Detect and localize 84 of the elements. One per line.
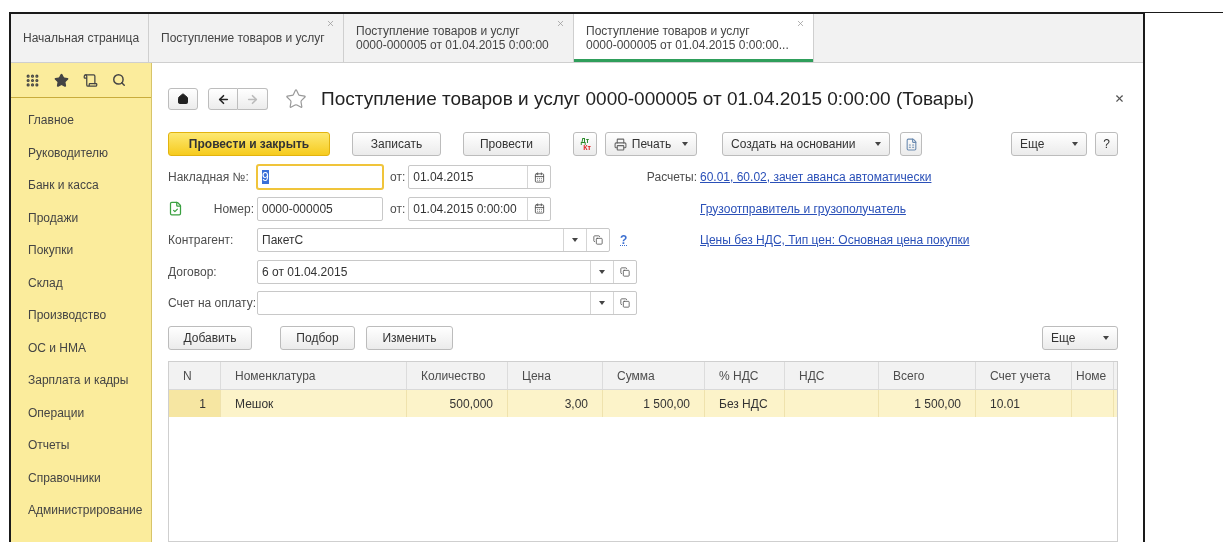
field-label: от:	[390, 170, 406, 184]
column-header[interactable]: N	[169, 362, 221, 389]
tab[interactable]: Поступление товаров и услуг 0000-000005 от 01.04.2015 0:00:00...	[574, 14, 814, 62]
close-icon[interactable]	[1114, 93, 1125, 104]
table-cell: 3,00	[564, 396, 588, 411]
table-row[interactable]: 1 Мешок 500,000 3,00 1 500,00 Без НДС 1 500,00 10.01	[169, 390, 1117, 417]
sidebar-item[interactable]: Отчеты	[28, 438, 70, 453]
field-label: Номер:	[212, 201, 255, 216]
sidebar-item[interactable]: Руководителю	[28, 145, 109, 160]
field-label: Контрагент:	[168, 233, 235, 247]
back-button[interactable]	[208, 88, 238, 110]
table-cell: 1	[199, 396, 206, 411]
button[interactable]: Провести	[463, 132, 550, 156]
link[interactable]: Грузоотправитель и грузополучатель	[700, 201, 906, 216]
sidebar-item[interactable]: Производство	[28, 308, 107, 323]
sidebar-item[interactable]: Главное	[28, 113, 74, 128]
caret-icon	[1072, 142, 1078, 146]
select-field[interactable]: ПакетС	[257, 228, 610, 252]
home-button[interactable]	[168, 88, 198, 110]
table-cell: Без НДС	[719, 396, 768, 411]
number-field[interactable]: 9	[257, 165, 383, 189]
document-icon	[904, 137, 918, 151]
home-icon	[177, 93, 189, 105]
button[interactable]: Изменить	[366, 326, 453, 350]
select-field[interactable]: 6 от 01.04.2015	[257, 259, 637, 284]
field-label: Расчеты:	[645, 170, 697, 184]
column-header[interactable]: Номенклатура	[221, 362, 407, 389]
sidebar-item[interactable]: Банк и касса	[28, 178, 99, 193]
select-field[interactable]	[257, 291, 637, 315]
arrow-right-icon	[246, 92, 259, 106]
sidebar-item[interactable]: Справочники	[28, 470, 101, 485]
tab[interactable]: Поступление товаров и услуг	[149, 14, 344, 62]
column-header[interactable]: % НДС	[705, 362, 785, 389]
document-button[interactable]	[900, 132, 922, 156]
star-icon[interactable]	[54, 72, 69, 88]
grid-icon[interactable]	[25, 72, 40, 88]
column-header[interactable]: Всего	[879, 362, 976, 389]
button[interactable]: Записать	[352, 132, 441, 156]
column-header[interactable]: Количество	[407, 362, 508, 389]
button[interactable]: Добавить	[168, 326, 252, 350]
menu-button[interactable]: Еще	[1011, 132, 1087, 156]
table-cell: 1 500,00	[643, 396, 690, 411]
caret-icon	[875, 142, 881, 146]
column-header[interactable]: Сумма	[603, 362, 705, 389]
button[interactable]: ?	[1095, 132, 1118, 156]
caret-icon	[1103, 336, 1109, 340]
sidebar-item[interactable]: Администрирование	[28, 503, 143, 518]
button[interactable]: Провести и закрыть	[168, 132, 330, 156]
caret-icon	[682, 142, 688, 146]
table-cell: Мешок	[235, 396, 274, 411]
date-field[interactable]: 01.04.2015	[408, 165, 552, 189]
number-field[interactable]: 0000-000005	[257, 196, 383, 221]
sidebar-item[interactable]: Зарплата и кадры	[28, 373, 129, 388]
sidebar-item[interactable]: Операции	[28, 405, 85, 420]
help-link[interactable]: ?	[620, 233, 628, 247]
field-label: Накладная №:	[168, 170, 250, 184]
link[interactable]: Цены без НДС, Тип цен: Основная цена покупки	[700, 233, 970, 247]
column-header[interactable]: Номе	[1072, 362, 1114, 389]
sidebar-item[interactable]: ОС и НМА	[28, 340, 87, 355]
tab[interactable]: Начальная страница	[11, 14, 149, 62]
printer-icon	[614, 137, 627, 151]
table-cell: 1 500,00	[914, 396, 961, 411]
column-header[interactable]: Цена	[508, 362, 603, 389]
column-header[interactable]: НДС	[785, 362, 879, 389]
star-icon[interactable]	[285, 88, 307, 110]
window-title: Поступление товаров и услуг 0000-000005 от 01.04.2015 0:00:00 (Товары)	[321, 88, 974, 110]
sidebar-item[interactable]: Продажи	[28, 210, 79, 225]
date-field[interactable]: 01.04.2015 0:00:00	[408, 196, 552, 221]
field-label: от:	[390, 201, 406, 216]
print-button[interactable]: Печать	[605, 132, 697, 156]
field-label: Счет на оплату:	[168, 296, 257, 310]
button[interactable]: Подбор	[280, 326, 355, 350]
table-cell: 10.01	[990, 396, 1021, 411]
search-icon[interactable]	[112, 73, 126, 87]
column-header[interactable]: Счет учета	[976, 362, 1072, 389]
menu-button[interactable]: Еще	[1042, 326, 1118, 350]
arrow-left-icon	[216, 92, 230, 106]
sidebar-item[interactable]: Покупки	[28, 243, 74, 258]
menu-button[interactable]: Создать на основании	[722, 132, 890, 156]
sidebar-item[interactable]: Склад	[28, 275, 63, 290]
scroll-icon[interactable]	[83, 72, 98, 88]
field-label: Договор:	[168, 264, 218, 279]
link[interactable]: 60.01, 60.02, зачет аванса автоматически	[700, 170, 932, 184]
table-cell: 500,000	[449, 396, 493, 411]
